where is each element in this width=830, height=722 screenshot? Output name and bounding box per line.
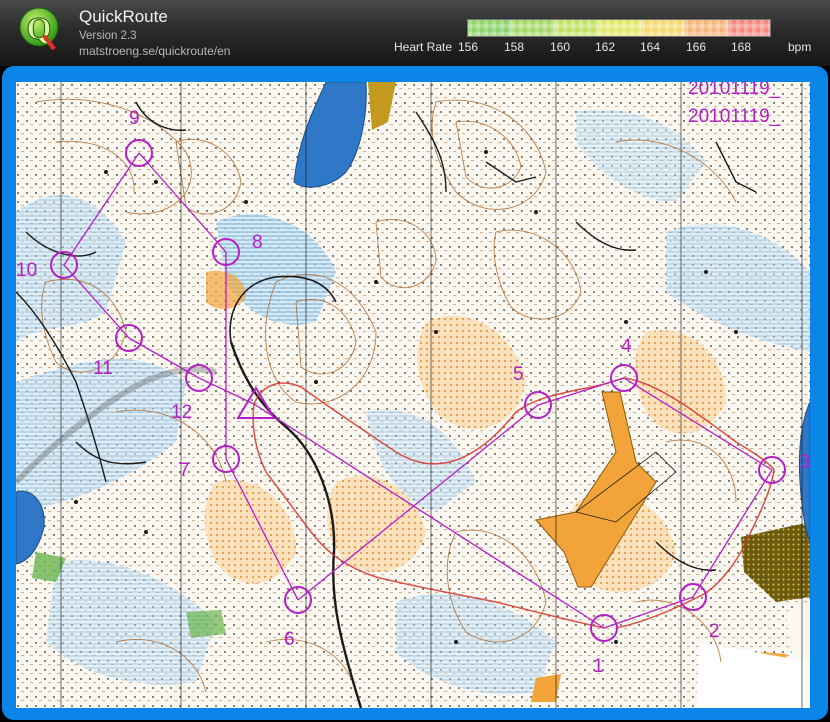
orienteering-map[interactable]: 1 2 3 4 5 6 7 8 9 10 11 12 20101119_ 201… — [16, 82, 810, 708]
control-number: 5 — [513, 364, 524, 385]
hr-tick: 164 — [640, 40, 661, 54]
control-number: 11 — [93, 358, 113, 379]
hr-scale-cell — [468, 20, 512, 36]
route-name-label: 20101119_ — [688, 82, 781, 99]
heart-rate-label: Heart Rate — [394, 40, 453, 54]
control-number: 4 — [621, 336, 632, 357]
quickroute-logo-icon: Q — [19, 7, 59, 50]
hr-scale-cell — [684, 20, 728, 36]
app-title: QuickRoute — [79, 7, 168, 26]
hr-tick: 168 — [731, 40, 752, 54]
heart-rate-color-scale — [467, 19, 771, 37]
control-number: 3 — [800, 452, 810, 473]
control-number: 1 — [593, 656, 604, 677]
title-bar: Q QuickRoute Version 2.3 matstroeng.se/q… — [0, 0, 830, 66]
control-number: 9 — [129, 108, 140, 129]
control-number: 7 — [179, 460, 190, 481]
control-number: 10 — [16, 260, 37, 281]
hr-scale-cell — [641, 20, 685, 36]
heart-rate-unit: bpm — [788, 40, 812, 54]
hr-tick: 162 — [595, 40, 616, 54]
hr-scale-cell — [727, 20, 770, 36]
hr-tick: 160 — [550, 40, 571, 54]
hr-scale-cell — [511, 20, 555, 36]
control-number: 2 — [709, 621, 720, 642]
hr-tick: 156 — [458, 40, 479, 54]
control-number: 8 — [252, 232, 263, 253]
map-viewport[interactable]: 1 2 3 4 5 6 7 8 9 10 11 12 20101119_ 201… — [16, 82, 810, 708]
route-name-label: 20101119_ — [688, 106, 781, 127]
hr-scale-cell — [597, 20, 642, 36]
hr-scale-cell — [554, 20, 598, 36]
app-url-link[interactable]: matstroeng.se/quickroute/en — [79, 44, 230, 58]
map-terrain — [16, 82, 810, 708]
hr-tick: 158 — [504, 40, 525, 54]
control-number: 6 — [284, 629, 295, 650]
app-version: Version 2.3 — [79, 30, 137, 42]
hr-tick: 166 — [686, 40, 707, 54]
control-number: 12 — [171, 402, 192, 423]
